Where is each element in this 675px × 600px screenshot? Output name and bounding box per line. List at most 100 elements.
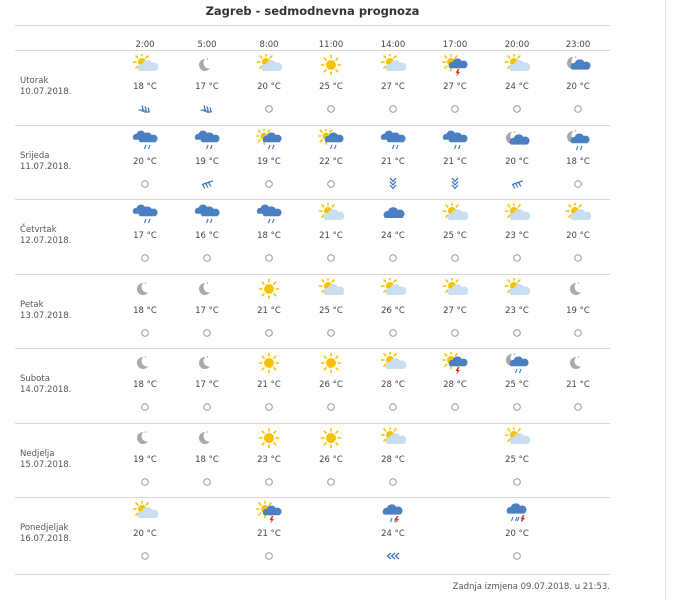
wind-arrows-northeast-icon	[509, 175, 525, 189]
temperature: 21 °C	[443, 157, 467, 167]
row-divider	[15, 274, 610, 275]
calm-circle-icon	[570, 175, 586, 188]
calm-circle-icon	[261, 324, 277, 337]
calm-circle-icon	[447, 100, 463, 113]
sunny-icon	[318, 352, 344, 374]
forecast-cell: 26 °C	[306, 350, 356, 424]
day-name: Nedjelja	[20, 449, 55, 459]
calm-circle-icon	[509, 473, 525, 486]
row-divider	[15, 497, 610, 498]
temperature: 28 °C	[381, 455, 405, 465]
cloudy-night-icon	[504, 129, 530, 151]
row-divider	[15, 423, 610, 424]
day-name: Subota	[20, 374, 50, 384]
sunny-icon	[256, 278, 282, 300]
forecast-cell: 21 °C	[368, 127, 418, 201]
day-date: 10.07.2018.	[20, 87, 72, 97]
calm-circle-icon	[137, 175, 153, 188]
day-date: 11.07.2018.	[20, 162, 72, 172]
calm-circle-icon	[385, 249, 401, 262]
forecast-cell: 20 °C	[492, 499, 542, 573]
cloudy-night-icon	[565, 54, 591, 76]
calm-circle-icon	[137, 324, 153, 337]
hour-label: 8:00	[259, 40, 279, 50]
temperature: 20 °C	[257, 82, 281, 92]
calm-circle-icon	[261, 100, 277, 113]
day-date: 16.07.2018.	[20, 534, 72, 544]
temperature: 23 °C	[257, 455, 281, 465]
forecast-cell: 18 °C	[244, 201, 294, 275]
calm-circle-icon	[447, 249, 463, 262]
temperature: 24 °C	[505, 82, 529, 92]
cloud-icon	[380, 203, 406, 225]
calm-circle-icon	[323, 473, 339, 486]
clear-night-icon	[565, 352, 591, 374]
calm-circle-icon	[261, 249, 277, 262]
calm-circle-icon	[323, 398, 339, 411]
clear-night-icon	[194, 352, 220, 374]
forecast-cell: 19 °C	[120, 425, 170, 499]
forecast-cell: 26 °C	[368, 276, 418, 350]
temperature: 27 °C	[381, 82, 405, 92]
forecast-cell: 20 °C	[120, 499, 170, 573]
temperature: 20 °C	[133, 157, 157, 167]
forecast-cell: 17 °C	[120, 201, 170, 275]
temperature: 25 °C	[505, 455, 529, 465]
calm-circle-icon	[570, 100, 586, 113]
calm-circle-icon	[570, 324, 586, 337]
wind-arrows-southwest-icon	[137, 100, 153, 113]
wind-arrows-south-icon	[447, 175, 463, 190]
calm-circle-icon	[323, 324, 339, 337]
hour-label: 14:00	[380, 40, 406, 50]
temperature: 19 °C	[195, 157, 219, 167]
day-row: Subota 14.07.2018. 18 °C 17 °C 21 °C 26 °C 28 …	[0, 350, 620, 424]
last-updated: Zadnja izmjena 09.07.2018. u 21:53.	[452, 582, 610, 592]
thunderstorm-sun-icon	[255, 499, 282, 524]
thunderstorm-cloud-icon	[380, 501, 406, 524]
hour-label: 2:00	[135, 40, 155, 50]
calm-circle-icon	[570, 398, 586, 411]
temperature: 27 °C	[443, 306, 467, 316]
temperature: 28 °C	[381, 380, 405, 390]
forecast-cell: 21 °C	[244, 276, 294, 350]
temperature: 27 °C	[443, 82, 467, 92]
temperature: 18 °C	[133, 380, 157, 390]
day-name: Utorak	[20, 76, 49, 86]
rain-sun-icon	[255, 127, 282, 151]
day-name: Srijeda	[20, 151, 50, 161]
partly-cloudy-day-icon	[318, 201, 345, 225]
forecast-cell: 25 °C	[492, 425, 542, 499]
calm-circle-icon	[509, 324, 525, 337]
rain-cloud-icon	[442, 129, 468, 151]
sunny-icon	[256, 427, 282, 449]
day-date: 14.07.2018.	[20, 385, 72, 395]
temperature: 22 °C	[319, 157, 343, 167]
calm-circle-icon	[137, 547, 153, 560]
partly-cloudy-day-icon	[318, 276, 345, 300]
hour-label: 5:00	[197, 40, 217, 50]
partly-cloudy-day-icon	[504, 276, 531, 300]
day-label: Utorak 10.07.2018.	[20, 76, 71, 98]
calm-circle-icon	[509, 398, 525, 411]
forecast-cell: 24 °C	[492, 52, 542, 126]
forecast-cell: 20 °C	[553, 201, 603, 275]
wind-arrows-east-icon	[385, 547, 401, 560]
temperature: 18 °C	[257, 231, 281, 241]
forecast-cell: 17 °C	[182, 52, 232, 126]
day-label: Subota 14.07.2018.	[20, 374, 71, 396]
temperature: 18 °C	[566, 157, 590, 167]
forecast-cell: 23 °C	[244, 425, 294, 499]
temperature: 28 °C	[443, 380, 467, 390]
forecast-cell: 24 °C	[368, 201, 418, 275]
page-title: Zagreb - sedmodnevna prognoza	[205, 4, 420, 18]
temperature: 17 °C	[195, 82, 219, 92]
forecast-cell: 18 °C	[120, 52, 170, 126]
temperature: 16 °C	[195, 231, 219, 241]
thunderstorm-sun-icon	[441, 350, 468, 375]
forecast-cell: 28 °C	[430, 350, 480, 424]
temperature: 25 °C	[443, 231, 467, 241]
temperature: 20 °C	[133, 529, 157, 539]
temperature: 21 °C	[381, 157, 405, 167]
rain-night-icon	[504, 352, 530, 374]
forecast-cell: 20 °C	[492, 127, 542, 201]
